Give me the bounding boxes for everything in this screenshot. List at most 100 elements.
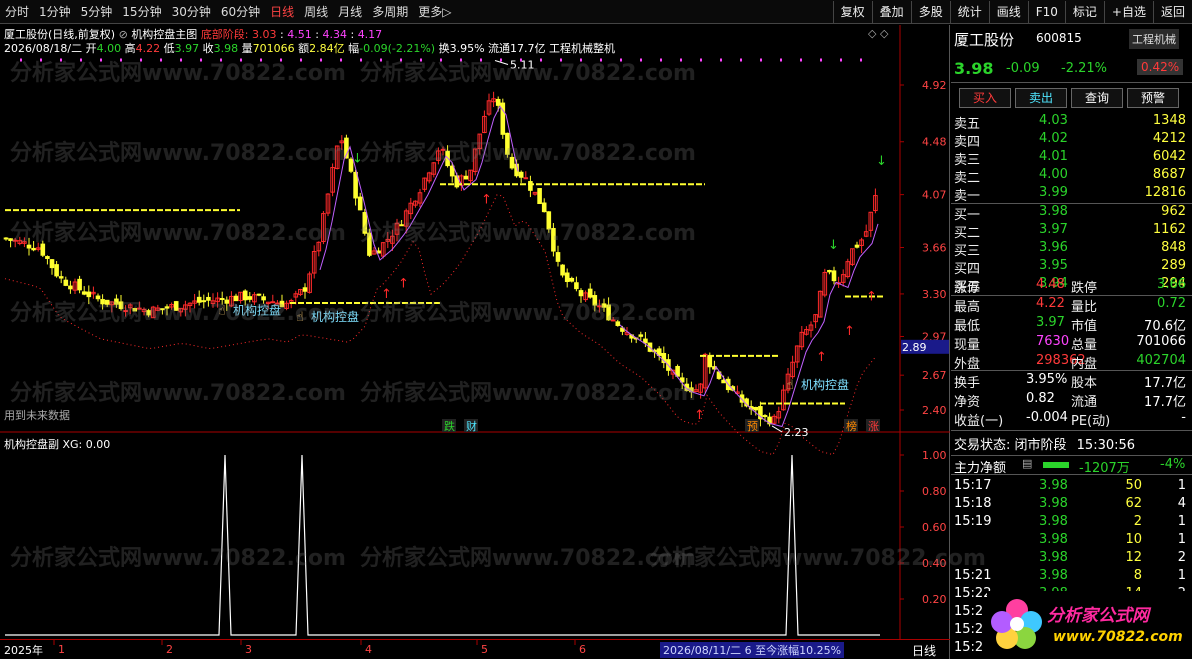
candle-body (762, 415, 768, 418)
level-label: 买一 (954, 208, 981, 223)
stock-code: 600815 (1036, 31, 1082, 45)
tick-volume: 2 (1133, 514, 1142, 529)
candle-body (201, 300, 207, 303)
multi-stock-button[interactable]: 多股 (910, 0, 950, 23)
tick-time: 15:17 (954, 478, 992, 493)
ask-row[interactable]: 卖五 4.03 1348 (951, 113, 1192, 132)
event-tag: 榜 (846, 419, 857, 433)
range-info: 2026/08/11/二 6 至今涨幅10.25% (660, 642, 845, 658)
f10-button[interactable]: F10 (1027, 0, 1065, 23)
candle-body (63, 279, 69, 286)
chart-settings-icon[interactable]: ◇ ◇ (868, 27, 888, 40)
level-volume: 1162 (1152, 222, 1186, 237)
tick-price: 3.98 (1039, 514, 1068, 529)
candle-body (753, 406, 759, 411)
stat-label: 收益(一) (954, 414, 1004, 429)
tick-time: 15:2 (954, 622, 984, 637)
bar-date: 2026/08/18/二 (4, 42, 83, 55)
tick-time: 15:2 (954, 640, 984, 655)
stat-value: 3.95% (1026, 372, 1068, 387)
candle-body (45, 256, 50, 259)
sub-tick-label: 0.80 (922, 485, 947, 498)
period-more[interactable]: 更多▷ (413, 3, 456, 20)
period-monthly[interactable]: 月线 (333, 3, 367, 20)
period-1min[interactable]: 1分钟 (34, 3, 76, 20)
ask-row[interactable]: 卖一 3.99 12816 (951, 185, 1192, 204)
tick-row[interactable]: 3.98 10 1 (951, 532, 1192, 550)
candle-body (440, 148, 446, 151)
ask-row[interactable]: 卖四 4.02 4212 (951, 131, 1192, 150)
adjust-button[interactable]: 复权 (832, 0, 872, 23)
quote-panel: 厦工股份 600815 工程机械 3.98 -0.09 -2.21% 0.42%… (951, 25, 1192, 659)
alert-button[interactable]: 预警 (1127, 88, 1179, 108)
tick-count: 1 (1177, 514, 1186, 529)
tick-row[interactable]: 3.98 12 2 (951, 550, 1192, 568)
period-weekly[interactable]: 周线 (299, 3, 333, 20)
flow-menu-icon[interactable]: ▤ (1022, 457, 1032, 470)
x-axis-bar: 2025年 2026/08/11/二 6 至今涨幅10.25% 日线 (0, 639, 950, 659)
panel-pct: -2.21% (1061, 61, 1107, 76)
event-tag: 涨 (868, 420, 879, 433)
tick-row[interactable]: 15:19 3.98 2 1 (951, 514, 1192, 532)
tick-price: 3.98 (1039, 532, 1068, 547)
candle-body (449, 165, 455, 177)
tick-count: 1 (1177, 532, 1186, 547)
candle-body (118, 301, 124, 310)
candle-body (68, 285, 73, 290)
sell-arrow-icon: ↓ (828, 238, 839, 253)
buy-button[interactable]: 买入 (959, 88, 1011, 108)
period-multi[interactable]: 多周期 (367, 3, 413, 20)
bid-row[interactable]: 买一 3.98 962 (951, 204, 1192, 223)
add-watchlist-button[interactable]: +自选 (1103, 0, 1153, 23)
price-tick-label: 3.66 (922, 242, 947, 255)
draw-button[interactable]: 画线 (988, 0, 1028, 23)
chart-area[interactable]: 4.92 4.48 4.07 3.66 3.30 2.97 2.67 2.40 2.89 ↑ ↑ ↑ ↑… (0, 25, 950, 659)
bid-row[interactable]: 买四 3.95 289 (951, 258, 1192, 277)
period-intraday[interactable]: 分时 (0, 3, 34, 20)
flow-value: -1207万 (1079, 461, 1130, 476)
stat-row: 最低 3.97 市值 70.6亿 (951, 315, 1192, 334)
period-label[interactable]: 日线 (912, 642, 936, 659)
period-30min[interactable]: 30分钟 (167, 3, 216, 20)
period-daily[interactable]: 日线 (265, 3, 299, 20)
tick-row[interactable]: 15:21 3.98 8 1 (951, 568, 1192, 586)
hand-icon: ☝ (218, 303, 226, 318)
level-volume: 962 (1161, 204, 1186, 219)
candle-body (26, 244, 32, 249)
back-button[interactable]: 返回 (1152, 0, 1192, 23)
period-15min[interactable]: 15分钟 (117, 3, 166, 20)
period-5min[interactable]: 5分钟 (76, 3, 118, 20)
stat-row: 外盘 298362 内盘 402704 (951, 353, 1192, 372)
bid-row[interactable]: 买三 3.96 848 (951, 240, 1192, 259)
stat-label: 最低 (954, 319, 981, 334)
candle-body (528, 181, 533, 191)
candle-body (242, 290, 248, 301)
stat-value: -0.004 (1026, 410, 1068, 425)
query-button[interactable]: 查询 (1071, 88, 1123, 108)
bid-row[interactable]: 买二 3.97 1162 (951, 222, 1192, 241)
mark-button[interactable]: 标记 (1064, 0, 1104, 23)
stat-value: 17.7亿 (1144, 395, 1186, 410)
tick-count: 1 (1177, 478, 1186, 493)
stats-button[interactable]: 统计 (949, 0, 989, 23)
kline-chart[interactable]: 4.924.484.073.663.302.972.672.402.89↑↑↑↑… (0, 25, 950, 659)
overlay-button[interactable]: 叠加 (871, 0, 911, 23)
tick-row[interactable]: 15:18 3.98 62 4 (951, 496, 1192, 514)
open-value: 4.00 (96, 42, 122, 55)
period-60min[interactable]: 60分钟 (216, 3, 265, 20)
candle-body (58, 276, 64, 279)
low-mark-line (771, 425, 783, 433)
industry-badge[interactable]: 工程机械 (1129, 29, 1179, 49)
ctrl-label: 机构控盘 (233, 302, 281, 317)
tick-row[interactable]: 15:17 3.98 50 1 (951, 478, 1192, 496)
hand-icon: ☝ (296, 310, 304, 325)
ask-row[interactable]: 卖二 4.00 8687 (951, 167, 1192, 186)
stat-value: 17.7亿 (1144, 376, 1186, 391)
ask-row[interactable]: 卖三 4.01 6042 (951, 149, 1192, 168)
stat-label: 总量 (1071, 338, 1098, 353)
sub-tick-label: 0.60 (922, 521, 947, 534)
sell-button[interactable]: 卖出 (1015, 88, 1067, 108)
candle-body (353, 171, 358, 199)
trade-time: 15:30:56 (1076, 438, 1136, 453)
candle-body (247, 296, 253, 300)
